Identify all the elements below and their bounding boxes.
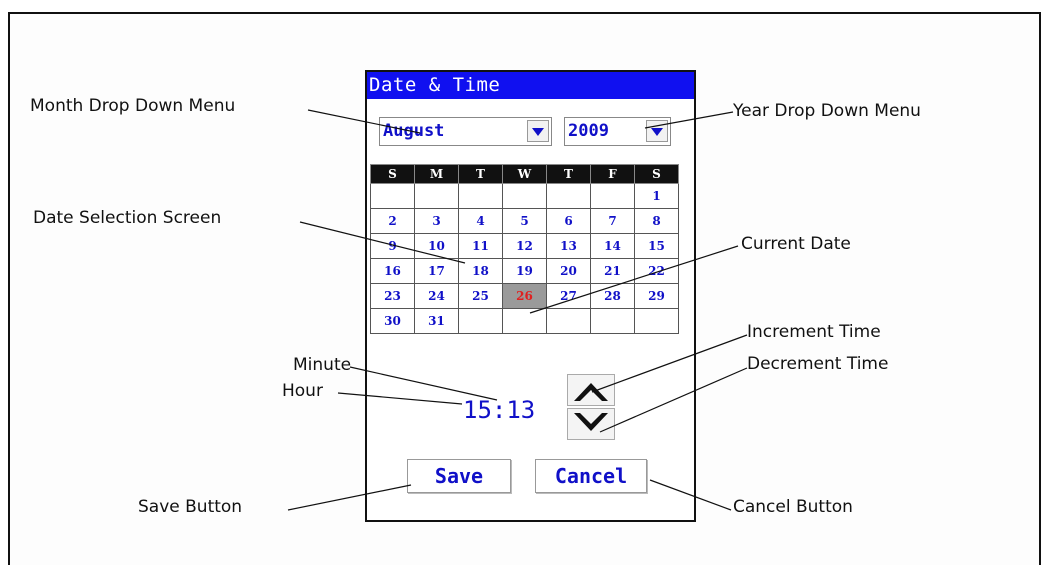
calendar-day[interactable]: 17 [414, 258, 459, 284]
calendar-day-empty [370, 183, 415, 209]
chevron-down-icon[interactable] [646, 120, 668, 142]
annotation-save-button: Save Button [138, 497, 243, 517]
calendar-day[interactable]: 15 [634, 233, 679, 259]
month-dropdown[interactable]: August [379, 117, 552, 146]
weekday-header-row: S M T W T F S [370, 164, 679, 184]
calendar-body: 1 2 3 4 5 6 7 8 9 10 11 12 13 14 15 16 17 18 19 20 21 22 23 24 2… [370, 183, 679, 334]
annotation-cancel-button: Cancel Button [733, 497, 853, 517]
calendar-day[interactable]: 27 [546, 283, 591, 309]
time-separator: : [491, 396, 507, 424]
calendar-day[interactable]: 7 [590, 208, 635, 234]
minute-value[interactable]: 13 [506, 396, 535, 424]
weekday-header: S [370, 164, 415, 184]
chevron-down-icon[interactable] [527, 120, 549, 142]
calendar-day[interactable]: 24 [414, 283, 459, 309]
calendar-day[interactable]: 10 [414, 233, 459, 259]
annotation-minute: Minute [293, 355, 352, 375]
date-time-dialog: Date & Time August 2009 S M T W T F S 12… [365, 70, 696, 522]
calendar-day[interactable]: 31 [414, 308, 459, 334]
weekday-header: T [458, 164, 503, 184]
calendar-day[interactable]: 16 [370, 258, 415, 284]
date-selection-grid: S M T W T F S 1 2 3 4 5 6 7 8 9 10 11 12 13 14 15 16 17 1… [370, 164, 679, 334]
annotation-increment: Increment Time [747, 322, 881, 342]
save-button[interactable]: Save [407, 459, 511, 493]
calendar-day-empty [590, 183, 635, 209]
annotation-month-menu: Month Drop Down Menu [30, 96, 236, 116]
calendar-day-empty [502, 308, 547, 334]
calendar-day[interactable]: 25 [458, 283, 503, 309]
year-dropdown-value: 2009 [568, 121, 609, 141]
calendar-day-empty [414, 183, 459, 209]
calendar-day[interactable]: 13 [546, 233, 591, 259]
weekday-header: T [546, 164, 591, 184]
calendar-day[interactable]: 9 [370, 233, 415, 259]
annotation-date-selection: Date Selection Screen [33, 208, 222, 228]
calendar-day-empty [458, 183, 503, 209]
calendar-day[interactable]: 11 [458, 233, 503, 259]
calendar-week-row: 30 31 [370, 308, 679, 334]
chevron-down-icon [574, 413, 608, 431]
calendar-day[interactable]: 19 [502, 258, 547, 284]
month-dropdown-value: August [383, 121, 445, 141]
calendar-day[interactable]: 21 [590, 258, 635, 284]
calendar-week-row: 1 [370, 183, 679, 209]
calendar-day[interactable]: 12 [502, 233, 547, 259]
calendar-day[interactable]: 18 [458, 258, 503, 284]
calendar-week-row: 23 24 25 26 27 28 29 [370, 283, 679, 309]
calendar-day[interactable]: 1 [634, 183, 679, 209]
calendar-day[interactable]: 8 [634, 208, 679, 234]
calendar-day[interactable]: 22 [634, 258, 679, 284]
calendar-day[interactable]: 5 [502, 208, 547, 234]
weekday-header: S [634, 164, 679, 184]
calendar-day-empty [546, 183, 591, 209]
weekday-header: W [502, 164, 547, 184]
cancel-button[interactable]: Cancel [535, 459, 647, 493]
calendar-day[interactable]: 20 [546, 258, 591, 284]
calendar-day-empty [458, 308, 503, 334]
calendar-day-empty [590, 308, 635, 334]
weekday-header: F [590, 164, 635, 184]
calendar-day[interactable]: 23 [370, 283, 415, 309]
calendar-week-row: 16 17 18 19 20 21 22 [370, 258, 679, 284]
chevron-up-icon [574, 383, 608, 401]
weekday-header: M [414, 164, 459, 184]
calendar-day[interactable]: 4 [458, 208, 503, 234]
dialog-title: Date & Time [367, 72, 694, 99]
calendar-day[interactable]: 14 [590, 233, 635, 259]
calendar-day-empty [634, 308, 679, 334]
calendar-week-row: 2345678 [370, 208, 679, 234]
year-dropdown[interactable]: 2009 [564, 117, 671, 146]
decrement-time-button[interactable] [567, 408, 615, 440]
calendar-week-row: 9 10 11 12 13 14 15 [370, 233, 679, 259]
annotation-year-menu: Year Drop Down Menu [733, 101, 921, 121]
calendar-day-empty [502, 183, 547, 209]
calendar-day[interactable]: 28 [590, 283, 635, 309]
calendar-day[interactable]: 3 [414, 208, 459, 234]
calendar-day-current[interactable]: 26 [502, 283, 547, 309]
annotation-hour: Hour [282, 381, 323, 401]
annotation-decrement: Decrement Time [747, 354, 889, 374]
annotation-current-date: Current Date [741, 234, 851, 254]
hour-value[interactable]: 15 [463, 396, 492, 424]
calendar-day[interactable]: 30 [370, 308, 415, 334]
calendar-day[interactable]: 6 [546, 208, 591, 234]
calendar-day-empty [546, 308, 591, 334]
calendar-day[interactable]: 2 [370, 208, 415, 234]
increment-time-button[interactable] [567, 374, 615, 406]
calendar-day[interactable]: 29 [634, 283, 679, 309]
time-display: 15:13 [463, 396, 535, 424]
